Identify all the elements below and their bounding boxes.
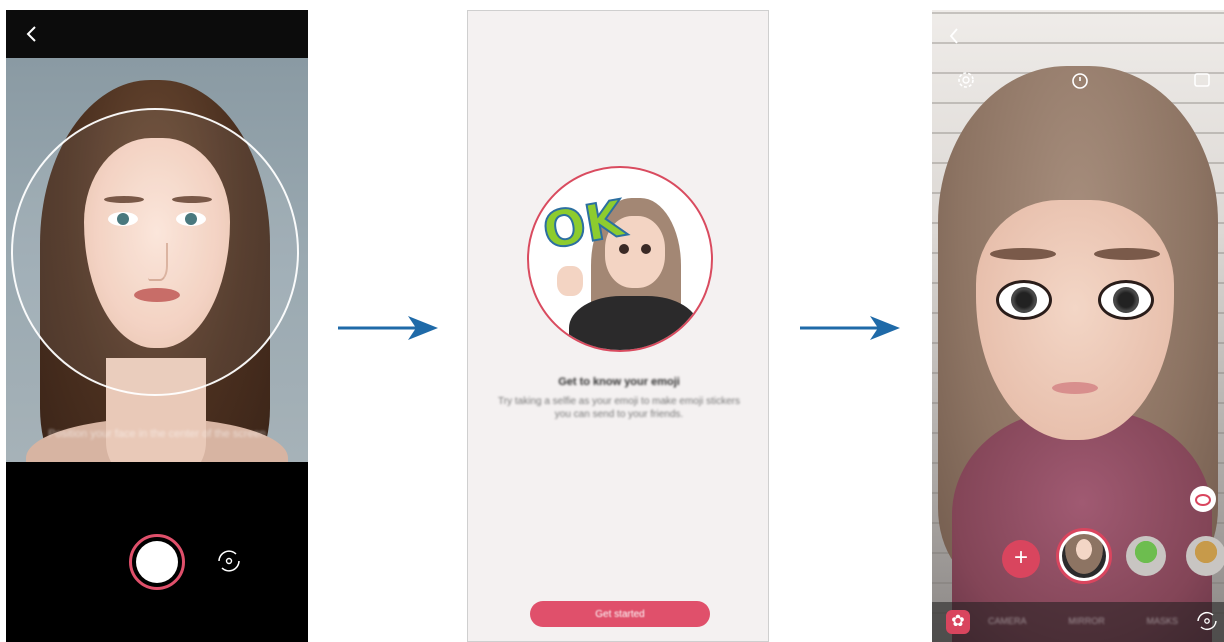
dinosaur-emoji-thumbnail[interactable] — [1126, 536, 1166, 576]
shutter-button[interactable] — [129, 534, 185, 590]
back-arrow-icon[interactable] — [18, 20, 46, 48]
switch-camera-icon[interactable] — [214, 546, 244, 576]
camera-preview: Position your face in the center of the … — [6, 58, 308, 462]
mode-tab[interactable]: CAMERA — [988, 616, 1027, 626]
mode-tab[interactable]: MIRROR — [1068, 616, 1105, 626]
instruction-text: Position your face in the center of the … — [48, 428, 266, 440]
get-started-label: Get started — [595, 608, 645, 620]
mode-tab[interactable]: MASKS — [1146, 616, 1178, 626]
back-arrow-icon[interactable] — [942, 24, 966, 48]
avatar-eyebrow — [1094, 248, 1160, 260]
switch-camera-top-icon[interactable] — [1190, 68, 1214, 92]
avatar-eye — [1098, 280, 1154, 320]
my-emoji-thumbnail[interactable] — [1056, 528, 1112, 584]
arrow-right-icon — [338, 316, 438, 340]
emoji-eye — [641, 244, 651, 254]
ar-emoji-camera-screen: + ✿ CAMERA MIRROR MASKS — [932, 10, 1224, 642]
settings-gear-icon[interactable] — [954, 68, 978, 92]
top-bar — [6, 10, 308, 58]
ok-hand — [557, 266, 583, 296]
intro-description: Try taking a selfie as your emoji to mak… — [498, 396, 740, 420]
emoji-body — [569, 296, 699, 350]
emoji-preview-image: OK — [527, 166, 713, 352]
timer-icon[interactable] — [1068, 68, 1092, 92]
get-started-button[interactable]: Get started — [530, 601, 710, 627]
avatar-lips — [1052, 382, 1098, 394]
arrow-right-icon — [800, 316, 900, 340]
owl-emoji-thumbnail[interactable] — [1186, 536, 1224, 576]
sticker-icon[interactable] — [1190, 486, 1216, 512]
flower-icon[interactable]: ✿ — [946, 610, 970, 634]
switch-camera-icon[interactable] — [1194, 608, 1220, 634]
face-capture-screen: Position your face in the center of the … — [6, 10, 308, 642]
emoji-intro-screen: OK Get to know your emoji Try taking a s… — [467, 10, 769, 642]
avatar-eye — [996, 280, 1052, 320]
add-emoji-button[interactable]: + — [1002, 540, 1040, 578]
avatar-eyebrow — [990, 248, 1056, 260]
intro-title: Get to know your emoji — [558, 376, 680, 388]
mode-tabs: CAMERA MIRROR MASKS — [988, 616, 1178, 626]
face-guide-circle — [11, 108, 299, 396]
